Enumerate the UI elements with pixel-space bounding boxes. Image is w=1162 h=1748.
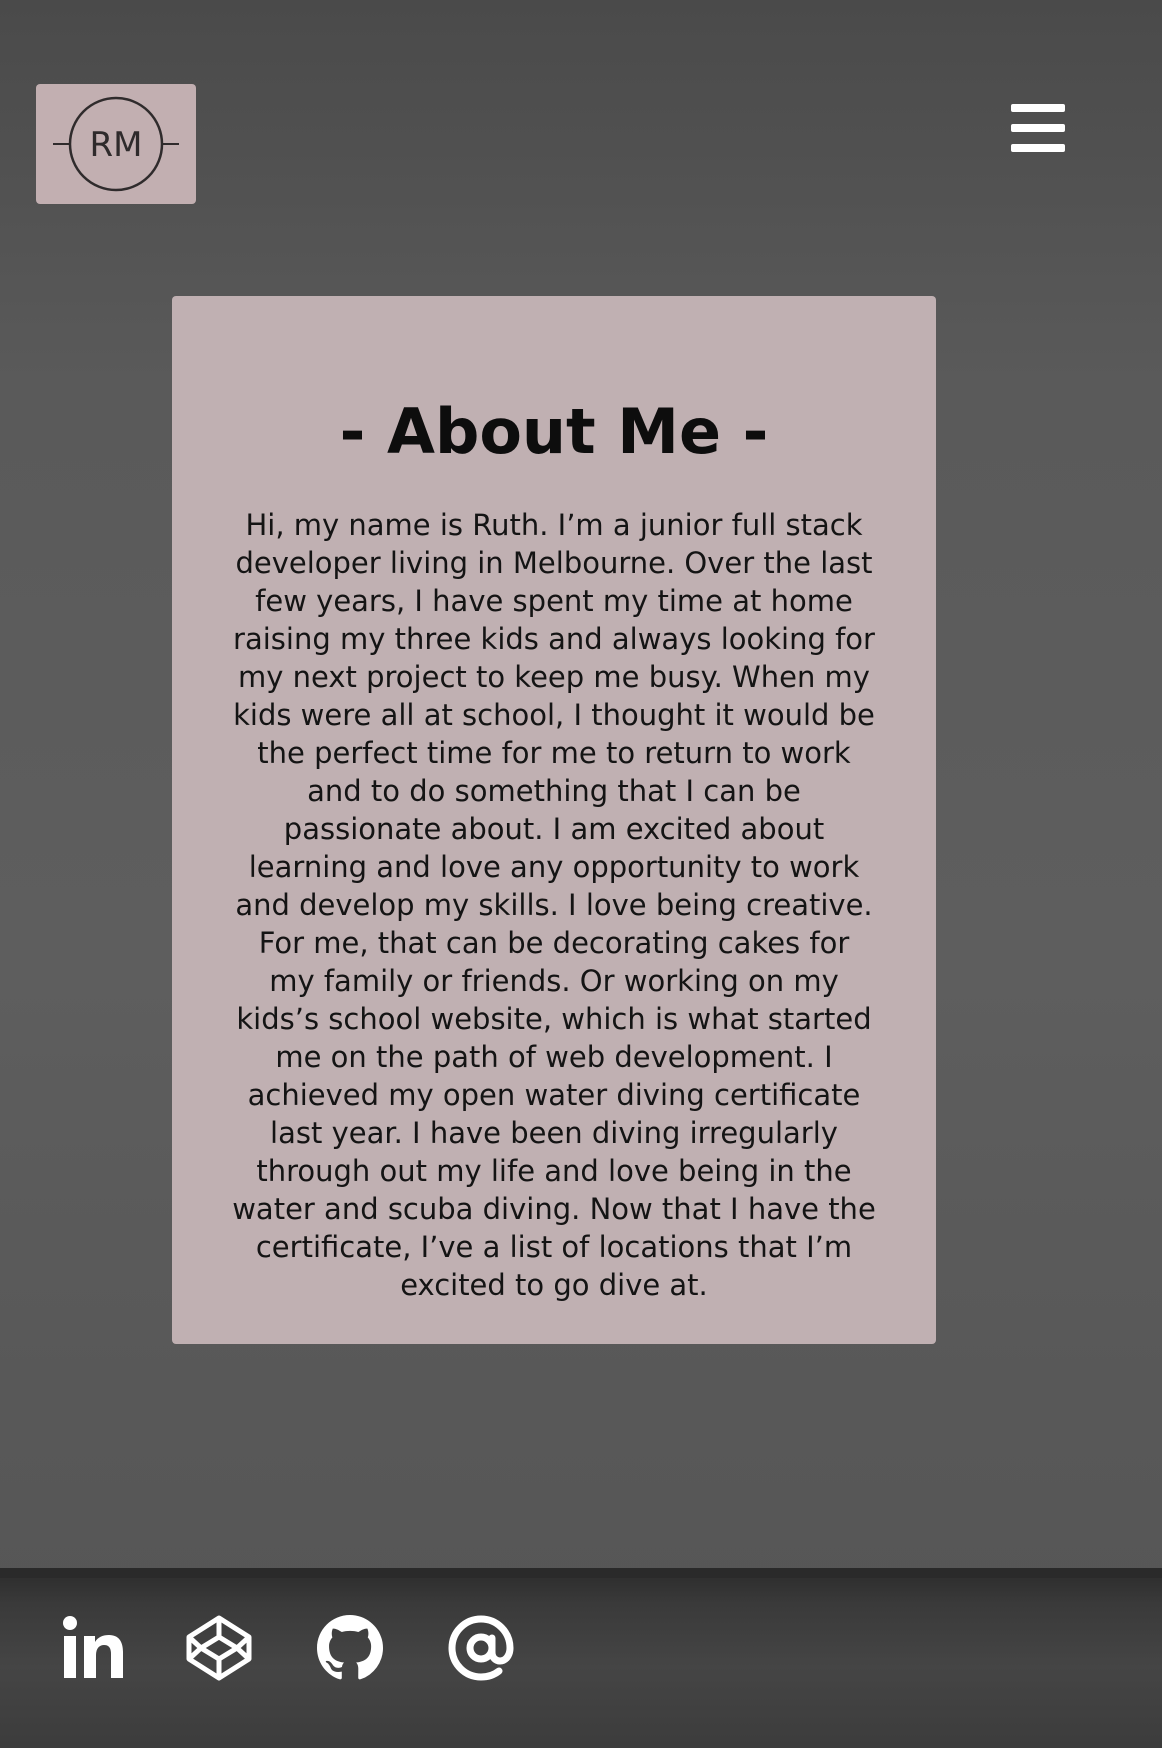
- hamburger-menu-icon: [1011, 104, 1065, 152]
- about-me-card: - About Me - Hi, my name is Ruth. I’m a …: [172, 296, 936, 1344]
- logo-mark: RM: [53, 96, 179, 192]
- codepen-link[interactable]: [183, 1612, 255, 1684]
- linkedin-icon: [63, 1616, 123, 1678]
- email-link[interactable]: [445, 1612, 517, 1684]
- about-me-text: Hi, my name is Ruth. I’m a junior full s…: [232, 508, 876, 1302]
- codepen-icon: [186, 1615, 252, 1681]
- footer: [0, 1568, 1162, 1748]
- github-link[interactable]: [314, 1612, 386, 1684]
- hamburger-menu-button[interactable]: [1006, 100, 1070, 156]
- site-logo[interactable]: RM: [36, 84, 196, 204]
- linkedin-link[interactable]: [56, 1612, 128, 1684]
- email-at-icon: [448, 1615, 514, 1681]
- about-me-heading: - About Me -: [339, 395, 769, 468]
- logo-text: RM: [90, 125, 143, 165]
- github-icon: [317, 1615, 383, 1680]
